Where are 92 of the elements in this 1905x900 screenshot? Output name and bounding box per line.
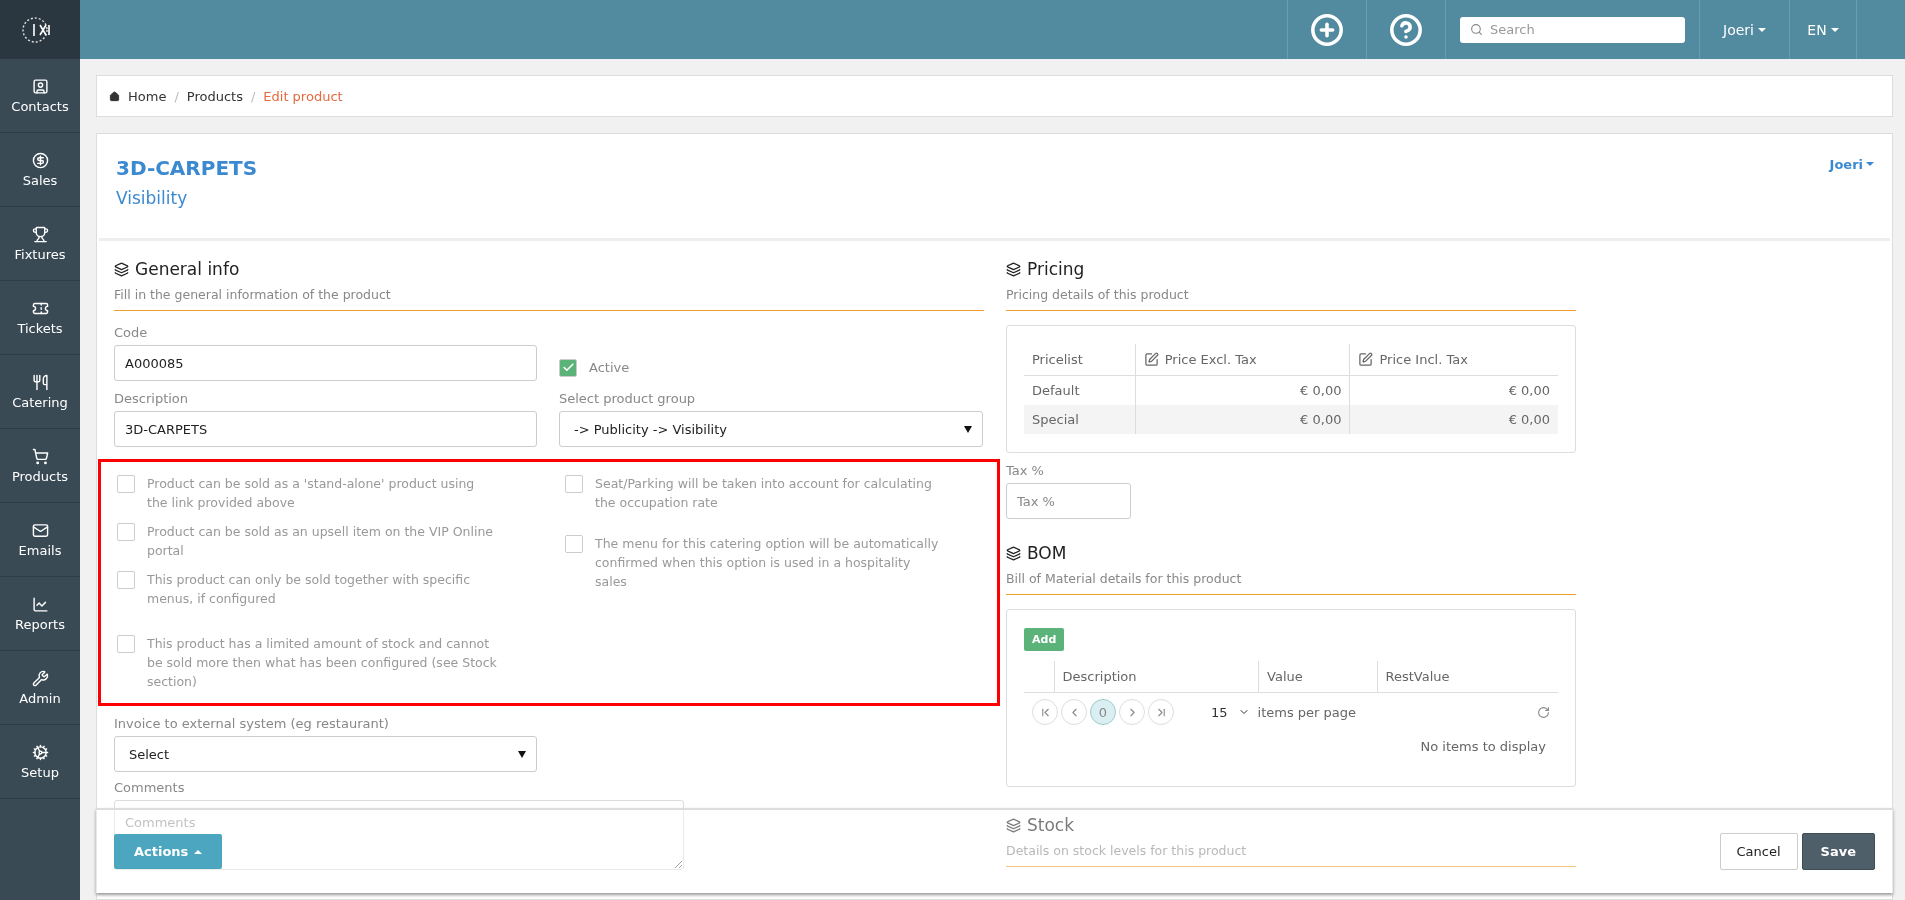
column-header: Description [1054, 661, 1259, 693]
checkbox[interactable] [117, 523, 135, 541]
checkbox[interactable] [565, 535, 583, 553]
edit-icon [1358, 352, 1374, 367]
breadcrumb-separator: / [250, 88, 256, 104]
product-title: 3D-CARPETS [116, 156, 258, 180]
section-description: Details on stock levels for this product [1006, 843, 1248, 858]
field-label: Code [114, 325, 149, 340]
sidebar-item[interactable]: Catering [0, 355, 80, 429]
product-subtitle: Visibility [116, 188, 189, 208]
column-header: Pricelist [1032, 352, 1083, 367]
sidebar-item[interactable]: Reports [0, 577, 80, 651]
breadcrumb-link[interactable]: Home [128, 88, 167, 104]
empty-message: No items to display [1419, 738, 1547, 756]
check-icon [561, 361, 575, 374]
checkbox[interactable] [565, 475, 583, 493]
cart-icon [31, 447, 49, 465]
previous-page-button[interactable] [1061, 699, 1087, 725]
field-label: Tax % [1006, 463, 1045, 478]
code-input[interactable]: A000085 [114, 345, 537, 381]
first-page-button[interactable] [1032, 699, 1058, 725]
utensils-icon [31, 373, 49, 391]
section-description: Fill in the general information of the product [114, 287, 392, 302]
checkbox[interactable] [117, 571, 135, 589]
search-field[interactable]: Search [1460, 16, 1685, 43]
chart-icon [31, 595, 49, 613]
layers-icon [1006, 261, 1021, 277]
cancel-button[interactable]: Cancel [1719, 833, 1798, 870]
add-icon[interactable] [1310, 12, 1344, 47]
user-menu[interactable]: Joeri [1829, 156, 1874, 172]
sidebar-item[interactable]: Fixtures [0, 207, 80, 281]
dollar-icon [31, 151, 49, 169]
checkbox-label: This product has a limited amount of stock and cannot be sold more then what has been configured (see Stock section) [147, 635, 497, 691]
breadcrumb-separator: / [174, 88, 179, 104]
user-menu[interactable]: Joeri [1717, 20, 1772, 39]
checkbox-label: Seat/Parking will be taken into account for calculating the occupation rate [595, 475, 933, 512]
sidebar-item[interactable]: Products [0, 429, 80, 503]
refresh-icon[interactable] [1537, 705, 1550, 719]
last-page-button[interactable] [1148, 699, 1174, 725]
sidebar-item[interactable]: Contacts [0, 59, 80, 133]
sidebar-item[interactable]: Emails [0, 503, 80, 577]
sidebar-item[interactable]: Sales [0, 133, 80, 207]
help-icon[interactable] [1389, 12, 1423, 47]
edit-icon [1143, 352, 1159, 367]
save-button[interactable]: Save [1801, 833, 1875, 870]
field-label: Description [114, 391, 190, 406]
description-input[interactable]: 3D-CARPETS [114, 411, 537, 447]
checkbox-label: The menu for this catering option will be automatically confirmed when this option is used in a hospitality sales [595, 535, 940, 591]
product-group-select[interactable]: -> Publicity -> Visibility [559, 411, 983, 447]
column-header: RestValue [1377, 661, 1558, 693]
section-description: Pricing details of this product [1006, 287, 1190, 302]
table-cell: € 0,00 [1349, 405, 1558, 434]
checkbox-label: Active [589, 359, 630, 375]
checkbox-label: Product can be sold as an upsell item on the VIP Online portal [147, 523, 494, 560]
tax-input[interactable]: Tax % [1006, 483, 1131, 519]
contact-card-icon [31, 77, 49, 95]
language-menu[interactable]: EN [1801, 20, 1845, 39]
checkbox[interactable] [117, 635, 135, 653]
field-label: Comments [114, 780, 186, 795]
sidebar-item[interactable]: Tickets [0, 281, 80, 355]
section-title: General info [135, 259, 240, 279]
page-size-select[interactable]: 15 [1211, 704, 1250, 720]
gear-icon [31, 743, 49, 761]
field-label: Invoice to external system (eg restaurant) [114, 716, 390, 731]
checkbox[interactable] [117, 475, 135, 493]
next-page-button[interactable] [1119, 699, 1145, 725]
section-description: Bill of Material details for this product [1006, 571, 1243, 586]
column-header: Price Excl. Tax [1164, 352, 1257, 367]
layers-icon [1006, 545, 1021, 561]
checkbox-label: Product can be sold as a 'stand-alone' product using the link provided above [147, 475, 476, 512]
mail-icon [31, 521, 49, 539]
checkbox[interactable] [559, 358, 577, 377]
page-size-label: items per page [1257, 704, 1357, 720]
checkbox-label: This product can only be sold together with specific menus, if configured [147, 571, 472, 608]
table-cell: Special [1024, 405, 1136, 434]
sidebar-item[interactable]: Setup [0, 725, 80, 799]
trophy-icon [31, 225, 49, 243]
table-cell: € 0,00 [1135, 405, 1350, 434]
breadcrumb-link[interactable]: Products [186, 88, 243, 104]
column-header: Value [1258, 661, 1377, 693]
section-title: BOM [1027, 543, 1067, 563]
search-icon [1470, 22, 1483, 36]
field-label: Select product group [559, 391, 697, 406]
sidebar-item[interactable]: Admin [0, 651, 80, 725]
home-icon [109, 90, 120, 102]
invoice-select[interactable]: Select [114, 736, 537, 772]
layers-icon [114, 261, 129, 277]
layers-icon [1006, 817, 1021, 833]
column-header: Price Incl. Tax [1379, 352, 1468, 367]
section-title: Pricing [1027, 259, 1085, 279]
wrench-icon [31, 669, 49, 687]
section-title: Stock [1027, 815, 1075, 835]
